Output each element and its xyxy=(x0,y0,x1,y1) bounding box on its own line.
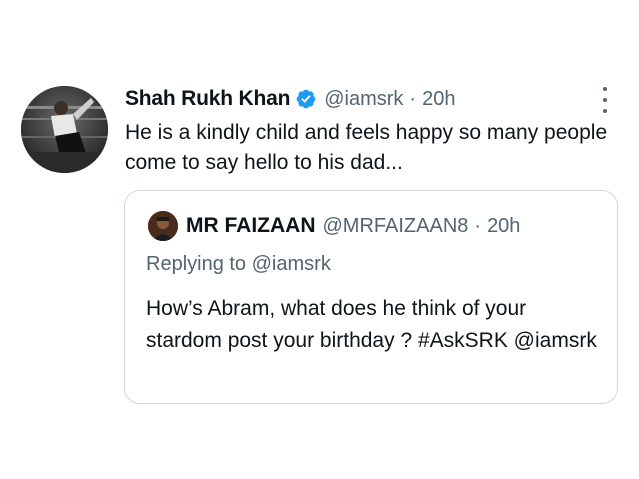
tweet-card: Shah Rukh Khan @iamsrk · 20h He is a kin… xyxy=(0,0,639,479)
quoted-time[interactable]: 20h xyxy=(487,215,520,238)
quoted-author-name[interactable]: MR FAIZAAN xyxy=(186,214,316,238)
author-avatar[interactable] xyxy=(21,86,108,173)
replying-to-label: Replying to xyxy=(146,253,247,275)
replying-to-line: Replying to @iamsrk xyxy=(146,253,331,276)
quoted-author-handle[interactable]: @MRFAIZAAN8 xyxy=(323,215,469,238)
quoted-tweet-text: How’s Abram, what does he think of your … xyxy=(146,297,597,352)
dot xyxy=(603,98,607,102)
author-handle[interactable]: @iamsrk xyxy=(324,88,403,111)
quoted-tweet[interactable]: MR FAIZAAN @MRFAIZAAN8 · 20h Replying to… xyxy=(124,190,618,404)
quoted-author-avatar[interactable] xyxy=(148,211,178,241)
tweet-text: He is a kindly child and feels happy so … xyxy=(125,121,608,174)
header-separator: · xyxy=(409,87,417,110)
tweet-time[interactable]: 20h xyxy=(422,88,455,111)
more-options-icon[interactable] xyxy=(598,87,612,113)
dot xyxy=(603,87,607,91)
replying-to-handle[interactable]: @iamsrk xyxy=(252,253,331,275)
tweet-header: Shah Rukh Khan @iamsrk · 20h xyxy=(125,84,455,114)
author-name[interactable]: Shah Rukh Khan xyxy=(125,87,290,111)
quoted-header: MR FAIZAAN @MRFAIZAAN8 · 20h xyxy=(186,210,520,242)
dot xyxy=(603,109,607,113)
quoted-header-separator: · xyxy=(474,214,482,237)
verified-badge-icon xyxy=(296,89,316,109)
